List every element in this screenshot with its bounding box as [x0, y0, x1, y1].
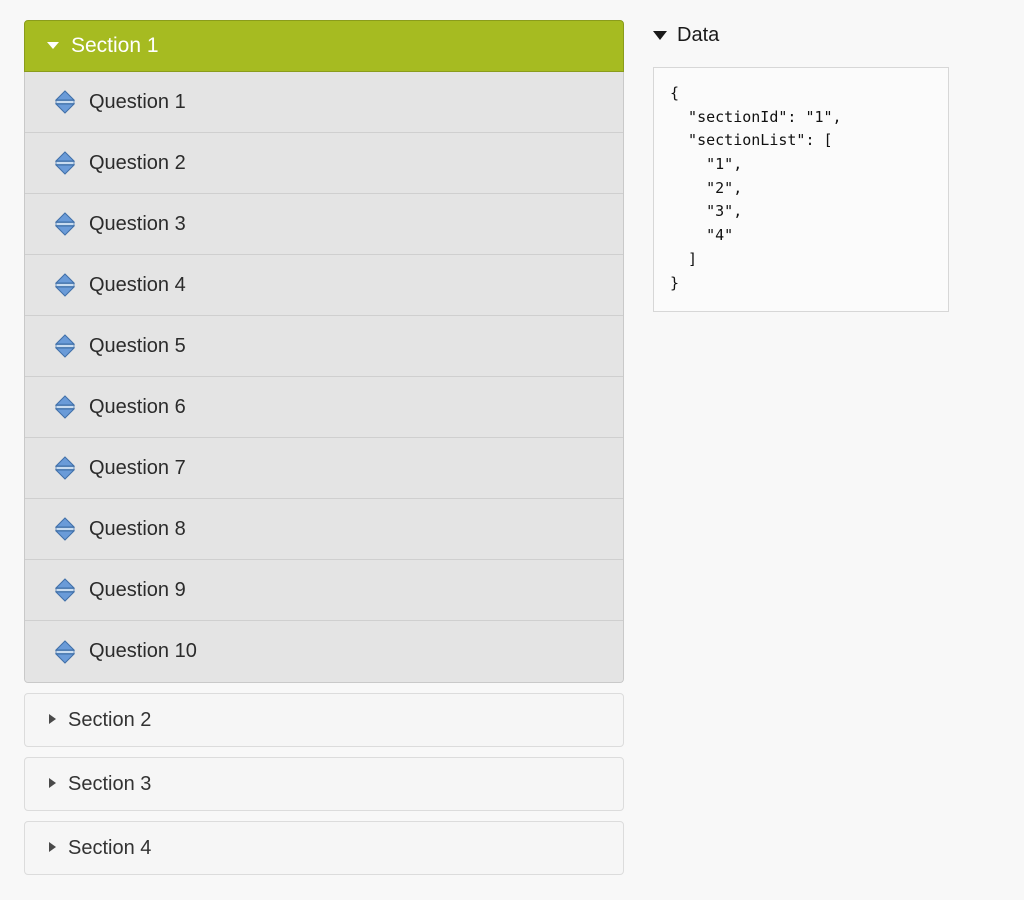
question-list-section-1: Question 1 Question 2 Question 3 Questio… — [24, 72, 624, 683]
sort-updown-icon[interactable] — [55, 578, 75, 602]
section-block-3: Section 3 — [24, 757, 624, 811]
json-output-text: { "sectionId": "1", "sectionList": [ "1"… — [670, 84, 842, 292]
data-panel-title: Data — [677, 23, 720, 46]
section-header-4[interactable]: Section 4 — [24, 821, 624, 875]
caret-down-icon — [47, 41, 59, 49]
data-panel: Data { "sectionId": "1", "sectionList": … — [653, 20, 953, 313]
sort-updown-icon[interactable] — [55, 456, 75, 480]
sort-updown-icon[interactable] — [55, 395, 75, 419]
question-label: Question 4 — [89, 273, 186, 296]
section-header-2[interactable]: Section 2 — [24, 693, 624, 747]
section-block-1: Section 1 Question 1 Question 2 Question… — [24, 20, 624, 683]
section-block-2: Section 2 — [24, 693, 624, 747]
sort-updown-icon[interactable] — [55, 212, 75, 236]
question-row[interactable]: Question 2 — [25, 133, 623, 194]
caret-right-icon — [49, 842, 56, 852]
question-row[interactable]: Question 6 — [25, 377, 623, 438]
question-label: Question 8 — [89, 517, 186, 540]
question-row[interactable]: Question 7 — [25, 438, 623, 499]
json-output-box: { "sectionId": "1", "sectionList": [ "1"… — [653, 67, 949, 313]
question-label: Question 2 — [89, 151, 186, 174]
section-title: Section 1 — [71, 34, 159, 57]
caret-right-icon — [49, 778, 56, 788]
question-row[interactable]: Question 3 — [25, 194, 623, 255]
caret-down-icon — [653, 30, 667, 40]
sort-updown-icon[interactable] — [55, 273, 75, 297]
question-row[interactable]: Question 1 — [25, 72, 623, 133]
question-row[interactable]: Question 9 — [25, 560, 623, 621]
question-label: Question 7 — [89, 456, 186, 479]
question-label: Question 10 — [89, 640, 197, 662]
sort-updown-icon[interactable] — [55, 517, 75, 541]
sort-updown-icon[interactable] — [55, 639, 75, 664]
question-row[interactable]: Question 8 — [25, 499, 623, 560]
question-row[interactable]: Question 4 — [25, 255, 623, 316]
data-panel-header[interactable]: Data — [653, 20, 953, 50]
question-label: Question 5 — [89, 334, 186, 357]
caret-right-icon — [49, 714, 56, 724]
sort-updown-icon[interactable] — [55, 151, 75, 175]
sort-updown-icon[interactable] — [55, 334, 75, 358]
section-title: Section 4 — [68, 836, 152, 859]
section-title: Section 3 — [68, 772, 152, 795]
page-layout: Section 1 Question 1 Question 2 Question… — [0, 0, 1024, 885]
question-row[interactable]: Question 10 — [25, 621, 623, 682]
section-block-4: Section 4 — [24, 821, 624, 875]
question-row[interactable]: Question 5 — [25, 316, 623, 377]
question-label: Question 9 — [89, 578, 186, 601]
question-label: Question 6 — [89, 395, 186, 418]
section-accordion: Section 1 Question 1 Question 2 Question… — [24, 20, 624, 885]
section-header-1[interactable]: Section 1 — [24, 20, 624, 72]
sort-updown-icon[interactable] — [55, 90, 75, 114]
section-title: Section 2 — [68, 708, 152, 731]
question-label: Question 1 — [89, 90, 186, 113]
question-label: Question 3 — [89, 212, 186, 235]
section-header-3[interactable]: Section 3 — [24, 757, 624, 811]
